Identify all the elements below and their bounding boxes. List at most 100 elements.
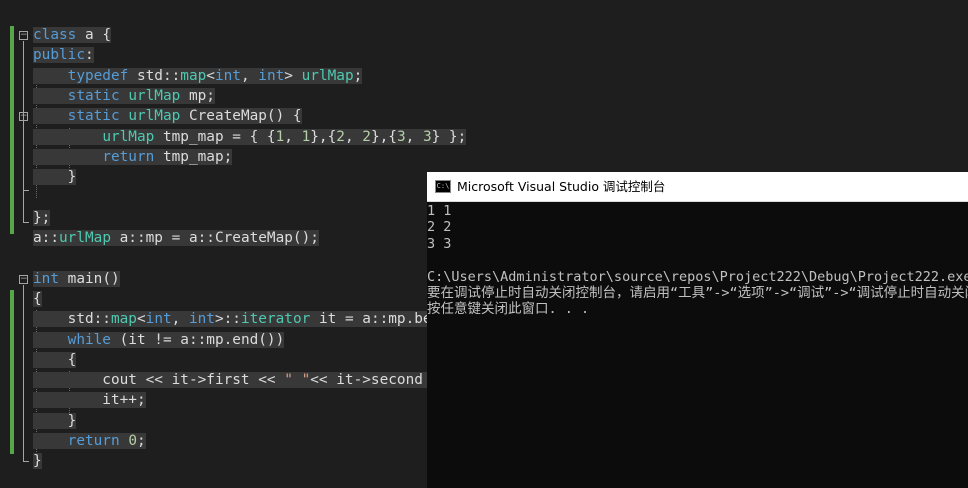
fold-range-line xyxy=(23,285,24,461)
code-token: < xyxy=(206,68,215,84)
code-token: return xyxy=(102,149,155,165)
code-line[interactable]: typedef std::map<int, int> urlMap; xyxy=(33,66,363,86)
code-line-text: while (it != a::mp.end()) xyxy=(33,332,285,348)
code-line[interactable]: } xyxy=(33,411,77,431)
code-token: main() xyxy=(59,271,120,287)
code-token: urlMap xyxy=(59,230,111,246)
code-line[interactable]: int main() xyxy=(33,269,120,289)
code-token: : xyxy=(84,47,94,63)
code-line-text: a::urlMap a::mp = a::CreateMap(); xyxy=(33,230,319,246)
collapse-method-icon[interactable]: − xyxy=(19,112,28,121)
code-token: int xyxy=(145,311,172,327)
code-token: } xyxy=(33,413,77,429)
console-output-line: 2 2 xyxy=(427,219,452,236)
code-token: , xyxy=(344,129,363,145)
code-token: 3 xyxy=(396,129,406,145)
code-line-text: typedef std::map<int, int> urlMap; xyxy=(33,68,363,84)
code-line[interactable]: class a { xyxy=(33,25,111,45)
code-token: int xyxy=(33,271,59,287)
console-output[interactable]: 1 12 23 3 C:\Users\Administrator\source\r… xyxy=(427,203,968,488)
code-line[interactable]: { xyxy=(33,289,42,309)
code-line-text: it++; xyxy=(33,392,146,408)
code-line-text: class a { xyxy=(33,27,111,43)
code-token: urlMap xyxy=(128,88,181,104)
collapse-class-icon[interactable]: − xyxy=(19,31,28,40)
code-line-text: }; xyxy=(33,210,51,226)
code-line[interactable]: std::map<int, int>::iterator it = a::mp.… xyxy=(33,309,484,329)
change-marker-bar xyxy=(10,290,14,454)
console-app-icon: C:\ xyxy=(435,180,451,193)
code-line-text: static urlMap mp; xyxy=(33,88,215,104)
code-line-text: urlMap tmp_map = { {1, 1},{2, 2},{3, 3} … xyxy=(33,129,467,145)
code-token: " " xyxy=(284,372,311,388)
code-token: it++; xyxy=(33,392,146,408)
code-token: return xyxy=(67,433,120,449)
code-token: urlMap xyxy=(301,68,354,84)
code-token: > xyxy=(284,68,302,84)
code-token: CreateMap() { xyxy=(180,108,302,124)
console-output-line: 3 3 xyxy=(427,235,452,252)
code-line[interactable]: { xyxy=(33,350,77,370)
code-line-text: static urlMap CreateMap() { xyxy=(33,108,302,124)
code-token: } xyxy=(33,453,42,469)
code-token: 2 xyxy=(362,129,371,145)
code-token: { xyxy=(33,291,42,307)
code-line-text: } xyxy=(33,413,77,429)
code-token: while xyxy=(67,332,111,348)
code-token: >:: xyxy=(214,311,241,327)
code-line-text: { xyxy=(33,291,42,307)
code-token: , xyxy=(284,129,302,145)
code-token: } }; xyxy=(431,129,467,145)
code-token: , xyxy=(171,311,189,327)
code-token: mp; xyxy=(180,88,215,104)
code-token: iterator xyxy=(240,311,311,327)
code-token: std:: xyxy=(33,311,111,327)
code-token: 2 xyxy=(336,129,345,145)
collapse-main-icon[interactable]: − xyxy=(19,275,28,284)
code-token: std:: xyxy=(128,68,181,84)
code-token: urlMap xyxy=(102,129,155,145)
code-line[interactable]: urlMap tmp_map = { {1, 1},{2, 2},{3, 3} … xyxy=(33,127,467,147)
code-token: { xyxy=(33,352,77,368)
code-line[interactable]: return 0; xyxy=(33,431,146,451)
code-line[interactable]: while (it != a::mp.end()) xyxy=(33,330,285,350)
code-line[interactable]: static urlMap CreateMap() { xyxy=(33,106,302,126)
fold-range-end xyxy=(23,190,29,191)
code-line[interactable]: public: xyxy=(33,45,94,65)
code-token: ; xyxy=(353,68,363,84)
code-line-text: int main() xyxy=(33,271,120,287)
code-token: int xyxy=(214,68,241,84)
code-token: ; xyxy=(136,433,146,449)
console-output-line: C:\Users\Administrator\source\repos\Proj… xyxy=(427,268,968,285)
fold-range-end xyxy=(23,461,29,462)
code-line-text: return tmp_map; xyxy=(33,149,233,165)
code-line[interactable]: static urlMap mp; xyxy=(33,86,215,106)
code-line[interactable]: return tmp_map; xyxy=(33,147,233,167)
code-token: a::mp = a::CreateMap(); xyxy=(110,230,319,246)
code-line[interactable]: it++; xyxy=(33,390,146,410)
code-token: 1 xyxy=(301,129,311,145)
code-line-text: } xyxy=(33,169,77,185)
code-token: }; xyxy=(33,210,51,226)
code-token: typedef xyxy=(67,68,129,84)
code-line[interactable]: a::urlMap a::mp = a::CreateMap(); xyxy=(33,228,319,248)
fold-range-line xyxy=(23,41,24,222)
code-token: , xyxy=(240,68,259,84)
fold-range-end xyxy=(23,222,29,223)
console-titlebar[interactable]: C:\ Microsoft Visual Studio 调试控制台 xyxy=(427,172,968,202)
code-token: static xyxy=(67,108,120,124)
code-line-text: { xyxy=(33,352,77,368)
debug-console-window[interactable]: C:\ Microsoft Visual Studio 调试控制台 1 12 2… xyxy=(427,172,968,488)
code-line[interactable]: } xyxy=(33,451,42,471)
code-line[interactable]: }; xyxy=(33,208,51,228)
code-token: a:: xyxy=(33,230,59,246)
code-line-text: return 0; xyxy=(33,433,146,449)
code-line[interactable]: } xyxy=(33,167,77,187)
console-output-line: 要在调试停止时自动关闭控制台，请启用“工具”->“选项”->“调试”->“调试停… xyxy=(427,285,968,301)
code-token: } xyxy=(33,169,77,185)
